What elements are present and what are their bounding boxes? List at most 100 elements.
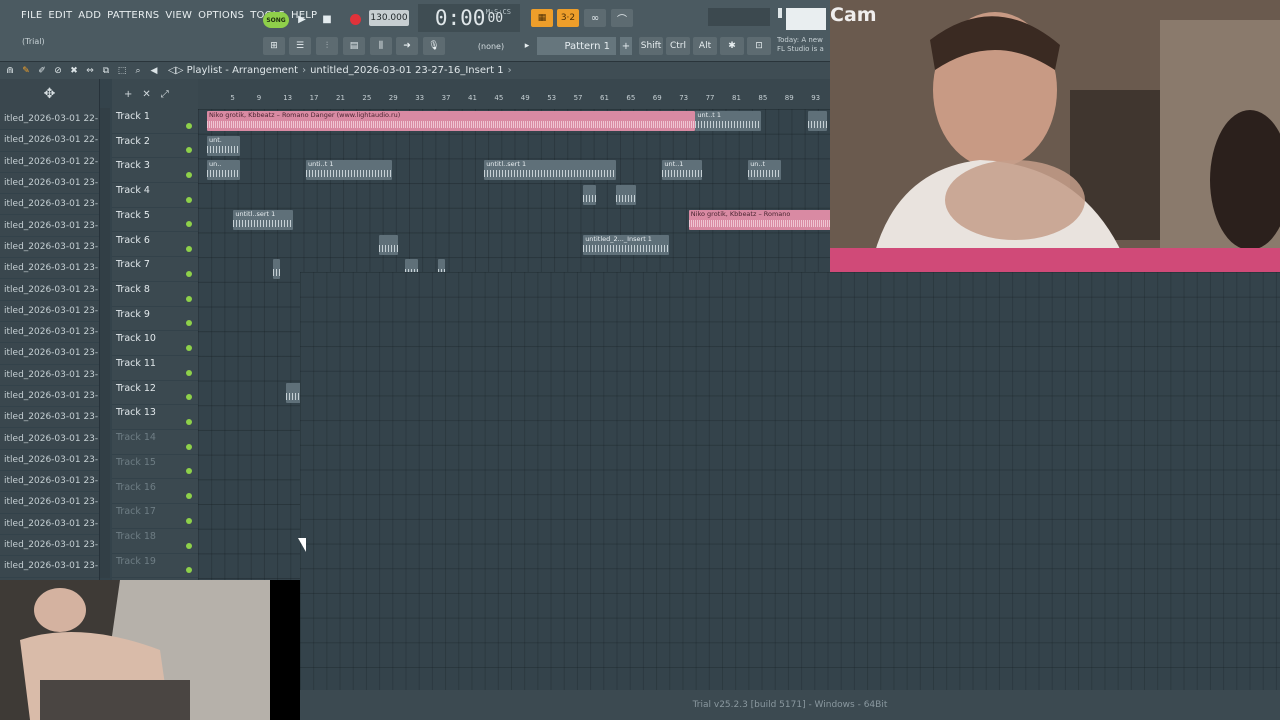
picker-item[interactable]: itled_2026-03-01 23- bbox=[0, 322, 99, 344]
track-header[interactable]: Track 14 bbox=[112, 430, 198, 455]
mic-button[interactable]: 🎙 bbox=[423, 37, 445, 55]
audio-clip[interactable] bbox=[273, 259, 280, 280]
picker-scrollbar[interactable] bbox=[100, 108, 110, 578]
track-enable-led[interactable] bbox=[186, 344, 192, 351]
picker-item[interactable]: itled_2026-03-01 23- bbox=[0, 386, 99, 408]
typing-keyboard-button[interactable]: ▦ bbox=[531, 9, 553, 27]
audio-clip[interactable] bbox=[583, 185, 597, 206]
track-enable-led[interactable] bbox=[186, 542, 192, 549]
track-header[interactable]: Track 15 bbox=[112, 455, 198, 480]
playback-icon[interactable]: ◀ bbox=[148, 66, 160, 76]
picker-item[interactable]: itled_2026-03-01 23- bbox=[0, 535, 99, 557]
picker-item[interactable]: itled_2026-03-01 23- bbox=[0, 301, 99, 322]
picker-item[interactable]: itled_2026-03-01 23- bbox=[0, 194, 99, 216]
picker-item[interactable]: itled_2026-03-01 23- bbox=[0, 343, 99, 365]
channel-rack-button[interactable]: ⊞ bbox=[263, 37, 285, 55]
play-button[interactable]: ▶ bbox=[292, 11, 312, 27]
track-enable-led[interactable] bbox=[186, 567, 192, 574]
timeline-ruler[interactable]: 5 9 13 17 21 25 29 33 37 41 45 49 53 57 61 65 69 73 77 81 85… bbox=[198, 79, 830, 109]
audio-clip[interactable]: un.. bbox=[207, 160, 240, 181]
track-enable-led[interactable] bbox=[186, 246, 192, 253]
loop-record-button[interactable]: ∞ bbox=[584, 9, 606, 27]
picker-item[interactable]: itled_2026-03-01 22- bbox=[0, 109, 99, 131]
track-header[interactable]: Track 3 bbox=[112, 158, 198, 184]
track-enable-led[interactable] bbox=[186, 320, 192, 327]
close-icon[interactable]: ✕ bbox=[142, 89, 150, 100]
picker-item[interactable]: itled_2026-03-01 23- bbox=[0, 237, 99, 259]
picker-item[interactable]: itled_2026-03-01 23- bbox=[0, 365, 99, 386]
audio-clip[interactable] bbox=[616, 185, 636, 206]
slice-icon[interactable]: ⧉ bbox=[100, 66, 112, 76]
audio-clip[interactable]: un..t bbox=[748, 160, 782, 181]
track-header[interactable]: Track 9 bbox=[112, 307, 198, 332]
pattern-prev-button[interactable]: ▸ bbox=[521, 37, 533, 55]
track-header[interactable]: Track 17 bbox=[112, 504, 198, 529]
picker-item[interactable]: itled_2026-03-01 23- bbox=[0, 173, 99, 195]
track-enable-led[interactable] bbox=[186, 468, 192, 475]
ctrl-key-button[interactable]: Ctrl bbox=[666, 37, 690, 55]
alt-key-button[interactable]: Alt bbox=[693, 37, 717, 55]
menu-view[interactable]: VIEW bbox=[162, 10, 195, 21]
track-header[interactable]: Track 18 bbox=[112, 529, 198, 554]
countdown-button[interactable]: 3·2 bbox=[557, 9, 579, 27]
picker-item[interactable]: itled_2026-03-01 23- bbox=[0, 492, 99, 514]
picker-item[interactable]: itled_2026-03-01 23- bbox=[0, 450, 99, 472]
track-enable-led[interactable] bbox=[186, 443, 192, 450]
audio-clip[interactable]: unti..t 1 bbox=[306, 160, 392, 181]
shop-button[interactable]: ⊡ bbox=[747, 37, 771, 55]
song-mode-toggle[interactable]: SONG bbox=[263, 12, 289, 28]
mute-icon[interactable]: ✖ bbox=[68, 66, 80, 76]
track-enable-led[interactable] bbox=[186, 517, 192, 524]
track-header[interactable]: Track 19 bbox=[112, 554, 198, 579]
track-header[interactable]: Track 5 bbox=[112, 208, 198, 233]
track-enable-led[interactable] bbox=[186, 196, 192, 203]
picker-item[interactable]: itled_2026-03-01 23- bbox=[0, 407, 99, 429]
track-enable-led[interactable] bbox=[186, 295, 192, 302]
track-header[interactable]: Track 7 bbox=[112, 257, 198, 282]
track-enable-led[interactable] bbox=[186, 419, 192, 426]
track-enable-led[interactable] bbox=[186, 172, 192, 179]
picker-item[interactable]: itled_2026-03-01 23- bbox=[0, 556, 99, 578]
expand-icon[interactable]: ⤢ bbox=[161, 89, 169, 100]
move-icon[interactable]: ✥ bbox=[0, 79, 99, 109]
brush-icon[interactable]: ✐ bbox=[36, 66, 48, 76]
menu-patterns[interactable]: PATTERNS bbox=[104, 10, 162, 21]
shift-key-button[interactable]: Shift bbox=[639, 37, 663, 55]
track-header[interactable]: Track 6 bbox=[112, 233, 198, 258]
empty-lane-area[interactable] bbox=[300, 272, 1280, 692]
track-enable-led[interactable] bbox=[186, 122, 192, 129]
record-button[interactable] bbox=[345, 11, 365, 27]
picker-item[interactable]: itled_2026-03-01 23- bbox=[0, 514, 99, 535]
playlist-button[interactable]: ☰ bbox=[289, 37, 311, 55]
track-header[interactable]: Track 13 bbox=[112, 405, 198, 431]
track-header[interactable]: Track 16 bbox=[112, 480, 198, 505]
audio-clip[interactable]: unt..1 bbox=[662, 160, 702, 181]
track-header[interactable]: Track 12 bbox=[112, 381, 198, 406]
track-enable-led[interactable] bbox=[186, 270, 192, 277]
stop-button[interactable]: ■ bbox=[317, 11, 337, 27]
audio-clip[interactable]: untitl..sert 1 bbox=[484, 160, 617, 181]
time-display[interactable]: 0:00 00 M:S:CS bbox=[418, 4, 520, 32]
audio-clip[interactable]: untitled_2..._Insert 1 bbox=[583, 234, 669, 255]
track-header[interactable]: Track 8 bbox=[112, 282, 198, 307]
audio-clip[interactable]: unt..t 1 bbox=[695, 111, 762, 131]
menu-file[interactable]: FILE bbox=[18, 10, 45, 21]
track-enable-led[interactable] bbox=[186, 221, 192, 228]
picker-item[interactable]: itled_2026-03-01 22- bbox=[0, 152, 99, 173]
track-enable-led[interactable] bbox=[186, 394, 192, 401]
online-news-button[interactable]: ✱ bbox=[720, 37, 744, 55]
menu-options[interactable]: OPTIONS bbox=[195, 10, 247, 21]
track-header[interactable]: Track 2 bbox=[112, 134, 198, 159]
picker-item[interactable]: itled_2026-03-01 23- bbox=[0, 258, 99, 280]
audio-clip[interactable]: untitl..sert 1 bbox=[233, 209, 293, 230]
audio-clip[interactable]: Niko grotik, Kbbeatz – Romano bbox=[688, 209, 830, 230]
add-track-icon[interactable]: + bbox=[124, 89, 132, 100]
menu-add[interactable]: ADD bbox=[75, 10, 104, 21]
select-icon[interactable]: ⬚ bbox=[116, 66, 128, 76]
track-header[interactable]: Track 11 bbox=[112, 356, 198, 381]
metronome-button[interactable]: ⌒ bbox=[611, 9, 633, 27]
pencil-icon[interactable]: ✎ bbox=[20, 66, 32, 76]
tempo-display[interactable]: 130.000 bbox=[369, 10, 409, 26]
track-header[interactable]: Track 4 bbox=[112, 183, 198, 208]
track-enable-led[interactable] bbox=[186, 493, 192, 500]
